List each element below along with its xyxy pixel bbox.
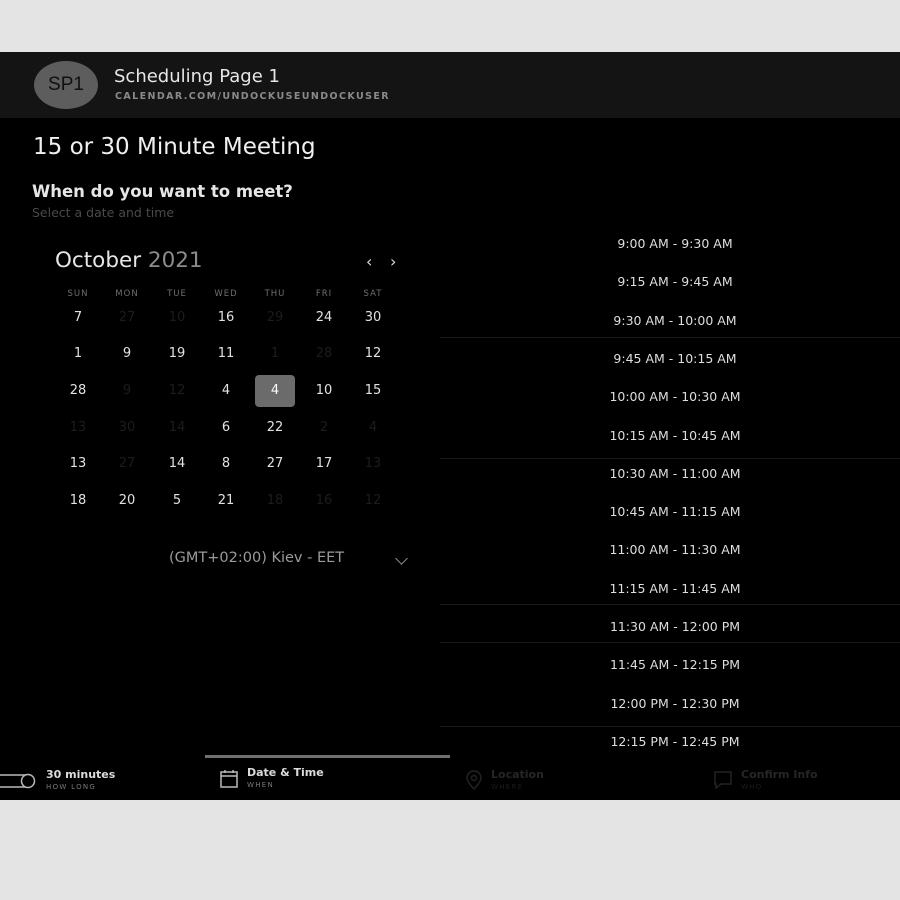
weekday-label: TUE <box>167 289 187 299</box>
day-cell[interactable]: 24 <box>304 302 344 334</box>
divider <box>440 458 900 459</box>
day-cell[interactable]: 7 <box>58 302 98 334</box>
weekday-label: FRI <box>315 289 333 299</box>
time-slot-button[interactable]: 12:15 PM - 12:45 PM <box>570 727 780 757</box>
step-date-time-label[interactable]: Date & Time <box>247 766 324 779</box>
day-cell[interactable]: 27 <box>255 448 295 480</box>
day-cell: 13 <box>364 456 382 471</box>
day-cell: 2 <box>319 420 329 435</box>
step-location-sub: WHERE <box>491 783 524 791</box>
day-cell: 16 <box>315 493 333 508</box>
divider <box>440 726 900 727</box>
day-cell[interactable]: 10 <box>304 375 344 407</box>
scheduling-page-name: Scheduling Page 1 <box>114 66 280 87</box>
time-slot-button[interactable]: 11:15 AM - 11:45 AM <box>570 574 780 604</box>
day-cell[interactable]: 28 <box>58 375 98 407</box>
day-cell: 29 <box>266 310 284 325</box>
weekday-label: SAT <box>363 289 383 299</box>
toggle-icon <box>0 773 36 789</box>
day-cell[interactable]: 20 <box>107 485 147 517</box>
day-cell[interactable]: 14 <box>157 448 197 480</box>
day-cell: 1 <box>270 346 280 361</box>
location-pin-icon <box>466 770 482 790</box>
section-heading: When do you want to meet? <box>32 182 293 201</box>
step-date-time-sub: WHEN <box>247 781 275 789</box>
time-slot-button[interactable]: 10:00 AM - 10:30 AM <box>570 382 780 412</box>
time-slot-button[interactable]: 11:00 AM - 11:30 AM <box>570 535 780 565</box>
day-cell: 9 <box>122 383 132 398</box>
day-cell: 12 <box>168 383 186 398</box>
message-icon <box>714 771 732 790</box>
timezone-select[interactable]: (GMT+02:00) Kiev - EET <box>169 550 344 566</box>
day-cell[interactable]: 6 <box>206 412 246 444</box>
time-slot-button[interactable]: 9:15 AM - 9:45 AM <box>570 267 780 297</box>
day-cell: 12 <box>364 493 382 508</box>
time-slot-button[interactable]: 10:15 AM - 10:45 AM <box>570 421 780 451</box>
time-slot-button[interactable]: 9:45 AM - 10:15 AM <box>570 344 780 374</box>
step-duration-sub: HOW LONG <box>46 783 97 791</box>
day-cell[interactable]: 9 <box>107 338 147 370</box>
day-cell: 27 <box>118 456 136 471</box>
page-header: SP1 Scheduling Page 1 CALENDAR.COM/UNDOC… <box>0 52 900 118</box>
day-cell: 13 <box>69 420 87 435</box>
scheduling-page-url[interactable]: CALENDAR.COM/UNDOCKUSEUNDOCKUSER <box>115 91 390 102</box>
chevron-down-icon[interactable] <box>395 552 408 565</box>
step-location-label: Location <box>491 768 544 781</box>
section-instruction: Select a date and time <box>32 205 175 220</box>
year-label: 2021 <box>147 248 203 273</box>
day-cell: 4 <box>368 420 378 435</box>
day-cell[interactable]: 22 <box>255 412 295 444</box>
day-cell[interactable]: 17 <box>304 448 344 480</box>
day-cell[interactable]: 5 <box>157 485 197 517</box>
month-label: October <box>55 248 142 273</box>
day-cell[interactable]: 4 <box>206 375 246 407</box>
previous-month-button[interactable]: ‹ <box>366 252 372 271</box>
step-duration-label[interactable]: 30 minutes <box>46 768 115 781</box>
weekday-label: THU <box>264 289 286 299</box>
weekday-label: SUN <box>67 289 89 299</box>
time-slot-button[interactable]: 9:00 AM - 9:30 AM <box>570 229 780 259</box>
time-slot-button[interactable]: 9:30 AM - 10:00 AM <box>570 306 780 336</box>
day-cell: 27 <box>118 310 136 325</box>
time-slot-button[interactable]: 10:30 AM - 11:00 AM <box>570 459 780 489</box>
active-step-indicator <box>205 755 450 758</box>
day-cell[interactable]: 18 <box>58 485 98 517</box>
step-confirm-sub: WHO <box>741 783 763 791</box>
day-cell[interactable]: 21 <box>206 485 246 517</box>
day-cell[interactable]: 1 <box>58 338 98 370</box>
day-cell[interactable]: 16 <box>206 302 246 334</box>
weekday-label: WED <box>214 289 238 299</box>
day-cell[interactable]: 11 <box>206 338 246 370</box>
divider <box>440 337 900 338</box>
selected-day-cell[interactable]: 4 <box>255 375 295 407</box>
day-cell: 30 <box>118 420 136 435</box>
day-cell: 18 <box>266 493 284 508</box>
day-cell: 10 <box>168 310 186 325</box>
day-cell[interactable]: 15 <box>353 375 393 407</box>
step-confirm-label: Confirm Info <box>741 768 818 781</box>
time-slot-button[interactable]: 10:45 AM - 11:15 AM <box>570 497 780 527</box>
day-cell[interactable]: 13 <box>58 448 98 480</box>
avatar[interactable]: SP1 <box>34 61 98 109</box>
time-slot-button[interactable]: 11:30 AM - 12:00 PM <box>570 612 780 642</box>
scheduling-app: SP1 Scheduling Page 1 CALENDAR.COM/UNDOC… <box>0 52 900 800</box>
divider <box>440 604 900 605</box>
weekday-label: MON <box>115 289 139 299</box>
day-cell[interactable]: 12 <box>353 338 393 370</box>
time-slot-button[interactable]: 12:00 PM - 12:30 PM <box>570 689 780 719</box>
meeting-title: 15 or 30 Minute Meeting <box>33 134 316 160</box>
day-cell[interactable]: 30 <box>353 302 393 334</box>
calendar-icon <box>220 770 238 788</box>
time-slot-button[interactable]: 11:45 AM - 12:15 PM <box>570 650 780 680</box>
next-month-button[interactable]: › <box>390 252 396 271</box>
day-cell: 28 <box>315 346 333 361</box>
divider <box>440 642 900 643</box>
day-cell: 14 <box>168 420 186 435</box>
day-cell[interactable]: 19 <box>157 338 197 370</box>
month-year-label: October 2021 <box>55 248 203 273</box>
day-cell[interactable]: 8 <box>206 448 246 480</box>
